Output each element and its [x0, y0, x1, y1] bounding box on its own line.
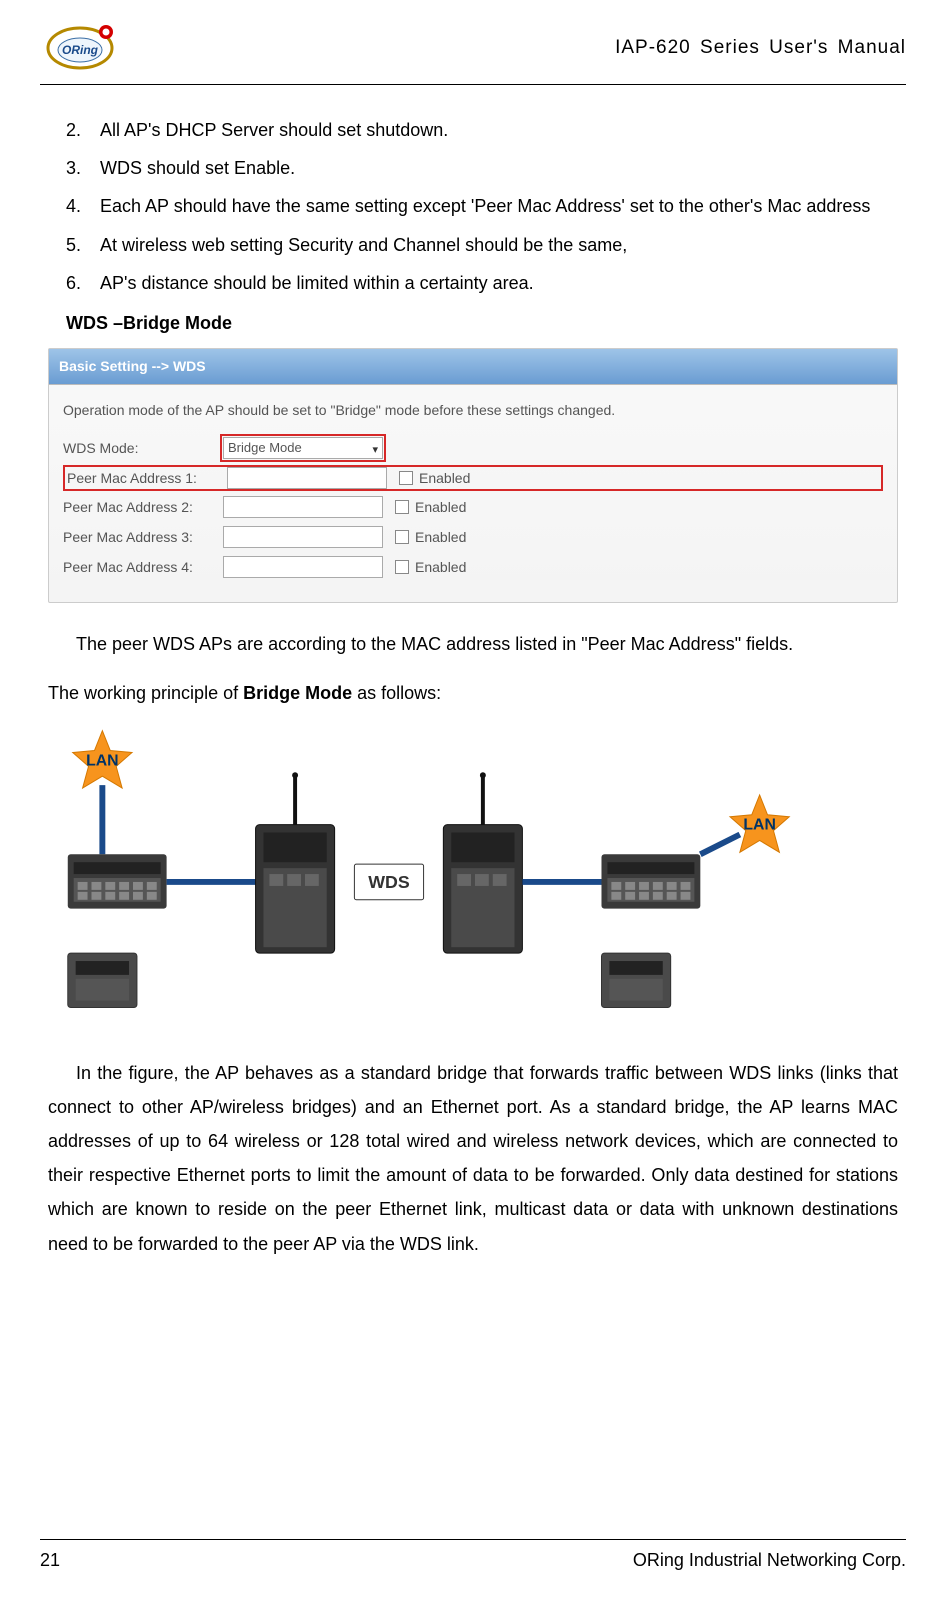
peer-mac-4-row: Peer Mac Address 4: Enabled: [63, 554, 883, 580]
peer-mac-1-label: Peer Mac Address 1:: [67, 465, 227, 492]
oring-logo: ORing: [40, 20, 120, 76]
page-number: 21: [40, 1550, 60, 1571]
step-number: 4.: [66, 189, 100, 223]
bridge-mode-diagram: LAN: [48, 724, 898, 1034]
peer-mac-3-input[interactable]: [223, 526, 383, 548]
step-number: 5.: [66, 228, 100, 262]
svg-text:LAN: LAN: [86, 752, 118, 769]
step-item: 5.At wireless web setting Security and C…: [66, 228, 898, 262]
checkbox-icon[interactable]: [395, 560, 409, 574]
peer-mac-4-input[interactable]: [223, 556, 383, 578]
peer-mac-2-input[interactable]: [223, 496, 383, 518]
enabled-label: Enabled: [415, 524, 466, 551]
svg-text:LAN: LAN: [743, 816, 775, 833]
paragraph-figure-description: In the figure, the AP behaves as a stand…: [48, 1056, 898, 1261]
svg-text:ORing: ORing: [62, 43, 99, 57]
step-item: 3.WDS should set Enable.: [66, 151, 898, 185]
peer-mac-1-input[interactable]: [227, 467, 387, 489]
peer-mac-2-row: Peer Mac Address 2: Enabled: [63, 494, 883, 520]
paragraph-working-principle: The working principle of Bridge Mode as …: [48, 676, 898, 710]
peer-mac-2-label: Peer Mac Address 2:: [63, 494, 223, 521]
wds-mode-label: WDS Mode:: [63, 435, 223, 462]
wds-mode-row: WDS Mode: Bridge Mode: [63, 435, 883, 461]
step-text: At wireless web setting Security and Cha…: [100, 228, 898, 262]
step-number: 6.: [66, 266, 100, 300]
screenshot-note: Operation mode of the AP should be set t…: [63, 397, 883, 424]
peer-mac-4-enabled[interactable]: Enabled: [395, 554, 466, 581]
step-text: WDS should set Enable.: [100, 151, 898, 185]
step-item: 4.Each AP should have the same setting e…: [66, 189, 898, 223]
manual-title: IAP-620 Series User's Manual: [615, 37, 906, 59]
peer-mac-3-enabled[interactable]: Enabled: [395, 524, 466, 551]
screenshot-titlebar: Basic Setting --> WDS: [49, 349, 897, 385]
peer-mac-4-label: Peer Mac Address 4:: [63, 554, 223, 581]
peer-mac-2-enabled[interactable]: Enabled: [395, 494, 466, 521]
step-text: Each AP should have the same setting exc…: [100, 189, 898, 223]
step-item: 2.All AP's DHCP Server should set shutdo…: [66, 113, 898, 147]
paragraph-peer-wds: The peer WDS APs are according to the MA…: [48, 627, 898, 661]
peer-mac-1-row: Peer Mac Address 1: Enabled: [63, 465, 883, 491]
step-number: 2.: [66, 113, 100, 147]
checkbox-icon[interactable]: [399, 471, 413, 485]
step-list: 2.All AP's DHCP Server should set shutdo…: [48, 113, 898, 300]
enabled-label: Enabled: [419, 465, 470, 492]
step-item: 6.AP's distance should be limited within…: [66, 266, 898, 300]
step-text: AP's distance should be limited within a…: [100, 266, 898, 300]
wds-bridge-mode-heading: WDS –Bridge Mode: [66, 306, 898, 340]
step-number: 3.: [66, 151, 100, 185]
wds-mode-select[interactable]: Bridge Mode: [223, 437, 383, 459]
svg-text:WDS: WDS: [368, 872, 410, 892]
enabled-label: Enabled: [415, 554, 466, 581]
peer-mac-3-label: Peer Mac Address 3:: [63, 524, 223, 551]
checkbox-icon[interactable]: [395, 530, 409, 544]
page-footer: 21 ORing Industrial Networking Corp.: [40, 1539, 906, 1571]
wds-settings-screenshot: Basic Setting --> WDS Operation mode of …: [48, 348, 898, 603]
peer-mac-3-row: Peer Mac Address 3: Enabled: [63, 524, 883, 550]
peer-mac-1-enabled[interactable]: Enabled: [399, 465, 470, 492]
checkbox-icon[interactable]: [395, 500, 409, 514]
step-text: All AP's DHCP Server should set shutdown…: [100, 113, 898, 147]
footer-copyright: ORing Industrial Networking Corp.: [633, 1550, 906, 1571]
page-header: ORing IAP-620 Series User's Manual: [40, 20, 906, 85]
enabled-label: Enabled: [415, 494, 466, 521]
